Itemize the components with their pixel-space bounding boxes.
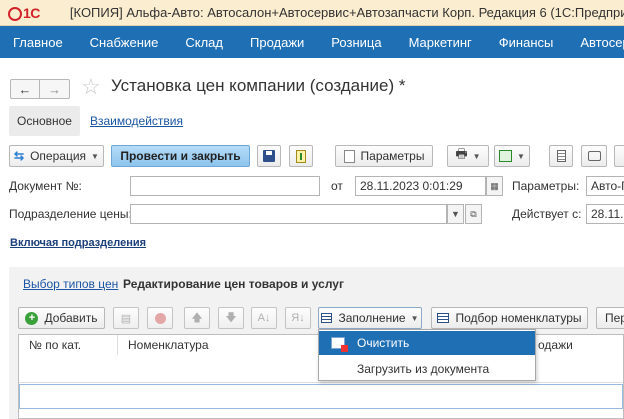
- plus-icon: +: [25, 311, 39, 325]
- operation-icon: ⇆: [14, 149, 25, 163]
- form-tabs: Основное Взаимодействия: [9, 106, 183, 136]
- select-items-label: Подбор номенклатуры: [455, 311, 582, 325]
- tab-select-price-types[interactable]: Выбор типов цен: [23, 277, 118, 291]
- post-document-icon: [296, 149, 306, 163]
- menu-item-warehouse[interactable]: Склад: [185, 35, 223, 50]
- menu-item-supply[interactable]: Снабжение: [90, 35, 159, 50]
- table-row[interactable]: [19, 384, 623, 409]
- fill-dropdown-menu: Очистить Загрузить из документа: [318, 329, 536, 381]
- floppy-icon: [263, 150, 275, 162]
- document-number-label: Документ №:: [9, 179, 82, 193]
- select-items-button[interactable]: Подбор номенклатуры: [431, 307, 588, 329]
- report-button[interactable]: [549, 145, 573, 167]
- save-button[interactable]: [257, 145, 281, 167]
- history-nav: ← →: [10, 79, 70, 99]
- price-department-label: Подразделение цены:: [9, 207, 132, 221]
- menu-item-load-from-document[interactable]: Загрузить из документа: [319, 357, 535, 381]
- structure-button[interactable]: [581, 145, 607, 167]
- parameters-label-field: Параметры:: [512, 179, 580, 193]
- column-header-sales[interactable]: одажи: [528, 335, 624, 355]
- menu-item-retail[interactable]: Розница: [331, 35, 381, 50]
- calendar-icon[interactable]: ▦: [486, 176, 503, 196]
- print-button[interactable]: 🖶 ▼: [447, 145, 489, 167]
- operation-label: Операция: [30, 149, 87, 163]
- post-button[interactable]: [289, 145, 313, 167]
- move-down-icon[interactable]: 🡇: [218, 307, 244, 329]
- report-icon: [556, 150, 566, 162]
- operation-button[interactable]: ⇆ Операция ▼: [9, 145, 104, 167]
- date-field[interactable]: 28.11.2023 0:01:29: [355, 176, 486, 196]
- document-number-field[interactable]: [130, 176, 320, 196]
- sections-menu-bar: Главное Снабжение Склад Продажи Розница …: [0, 26, 624, 58]
- include-subdivisions-link[interactable]: Включая подразделения: [10, 237, 146, 249]
- chevron-down-icon: ▼: [91, 151, 99, 161]
- valid-from-field[interactable]: 28.11.2: [586, 204, 624, 224]
- chevron-down-icon: ▼: [472, 151, 481, 161]
- app-logo: 1С: [8, 5, 40, 21]
- tab-interactions[interactable]: Взаимодействия: [90, 114, 183, 128]
- sort-ascending-icon[interactable]: A↓: [251, 307, 277, 329]
- forward-button[interactable]: →: [40, 79, 70, 99]
- table-icon: [437, 313, 450, 323]
- fill-icon: [321, 313, 333, 323]
- page-title: Установка цен компании (создание) *: [111, 76, 406, 95]
- parameters-field[interactable]: Авто-Г: [586, 176, 624, 196]
- copy-icon[interactable]: ▤: [113, 307, 139, 329]
- column-header-catalog-no[interactable]: № по кат.: [19, 335, 118, 355]
- more-actions-button[interactable]: [614, 145, 624, 167]
- clear-icon: [331, 337, 348, 352]
- sort-descending-icon[interactable]: Я↓: [285, 307, 311, 329]
- fill-label: Заполнение: [338, 311, 406, 325]
- post-and-close-button[interactable]: Провести и закрыть: [111, 145, 250, 167]
- menu-item-sales[interactable]: Продажи: [250, 35, 304, 50]
- valid-from-label: Действует с:: [512, 207, 582, 221]
- chevron-down-icon: ▼: [517, 151, 525, 161]
- create-based-on-button[interactable]: ▼: [494, 145, 530, 167]
- add-label: Добавить: [44, 311, 98, 325]
- dropdown-icon[interactable]: ▼: [447, 204, 464, 224]
- menu-item-finance[interactable]: Финансы: [499, 35, 554, 50]
- tab-main[interactable]: Основное: [9, 106, 80, 136]
- structure-icon: [587, 151, 601, 161]
- parameters-button[interactable]: Параметры: [335, 145, 433, 167]
- menu-item-main[interactable]: Главное: [13, 35, 63, 50]
- tab-edit-prices[interactable]: Редактирование цен товаров и услуг: [123, 277, 344, 291]
- back-button[interactable]: ←: [10, 79, 40, 99]
- document-icon: [343, 149, 355, 163]
- add-button[interactable]: + Добавить: [18, 307, 105, 329]
- window-title-bar: 1С [КОПИЯ] Альфа-Авто: Автосалон+Автосер…: [0, 0, 624, 26]
- menu-item-clear[interactable]: Очистить: [319, 331, 535, 355]
- move-up-icon[interactable]: 🡅: [184, 307, 210, 329]
- menu-item-autoservice[interactable]: Автосервис: [580, 35, 624, 50]
- window-title: [КОПИЯ] Альфа-Авто: Автосалон+Автосервис…: [69, 5, 624, 20]
- create-based-icon: [499, 150, 513, 162]
- date-from-label: от: [331, 179, 343, 193]
- menu-item-clear-label: Очистить: [357, 336, 410, 350]
- parameters-label: Параметры: [360, 149, 425, 163]
- chevron-down-icon: ▼: [410, 313, 419, 323]
- more-grid-button[interactable]: Пере: [596, 307, 624, 329]
- fill-button[interactable]: Заполнение ▼: [318, 307, 422, 329]
- menu-item-marketing[interactable]: Маркетинг: [409, 35, 472, 50]
- favorite-star-icon[interactable]: ☆: [81, 74, 101, 100]
- delete-icon[interactable]: [147, 307, 173, 329]
- price-department-field[interactable]: [130, 204, 447, 224]
- menu-item-load-label: Загрузить из документа: [357, 362, 490, 376]
- printer-icon: 🖶: [455, 146, 468, 161]
- open-icon[interactable]: ⧉: [465, 204, 482, 224]
